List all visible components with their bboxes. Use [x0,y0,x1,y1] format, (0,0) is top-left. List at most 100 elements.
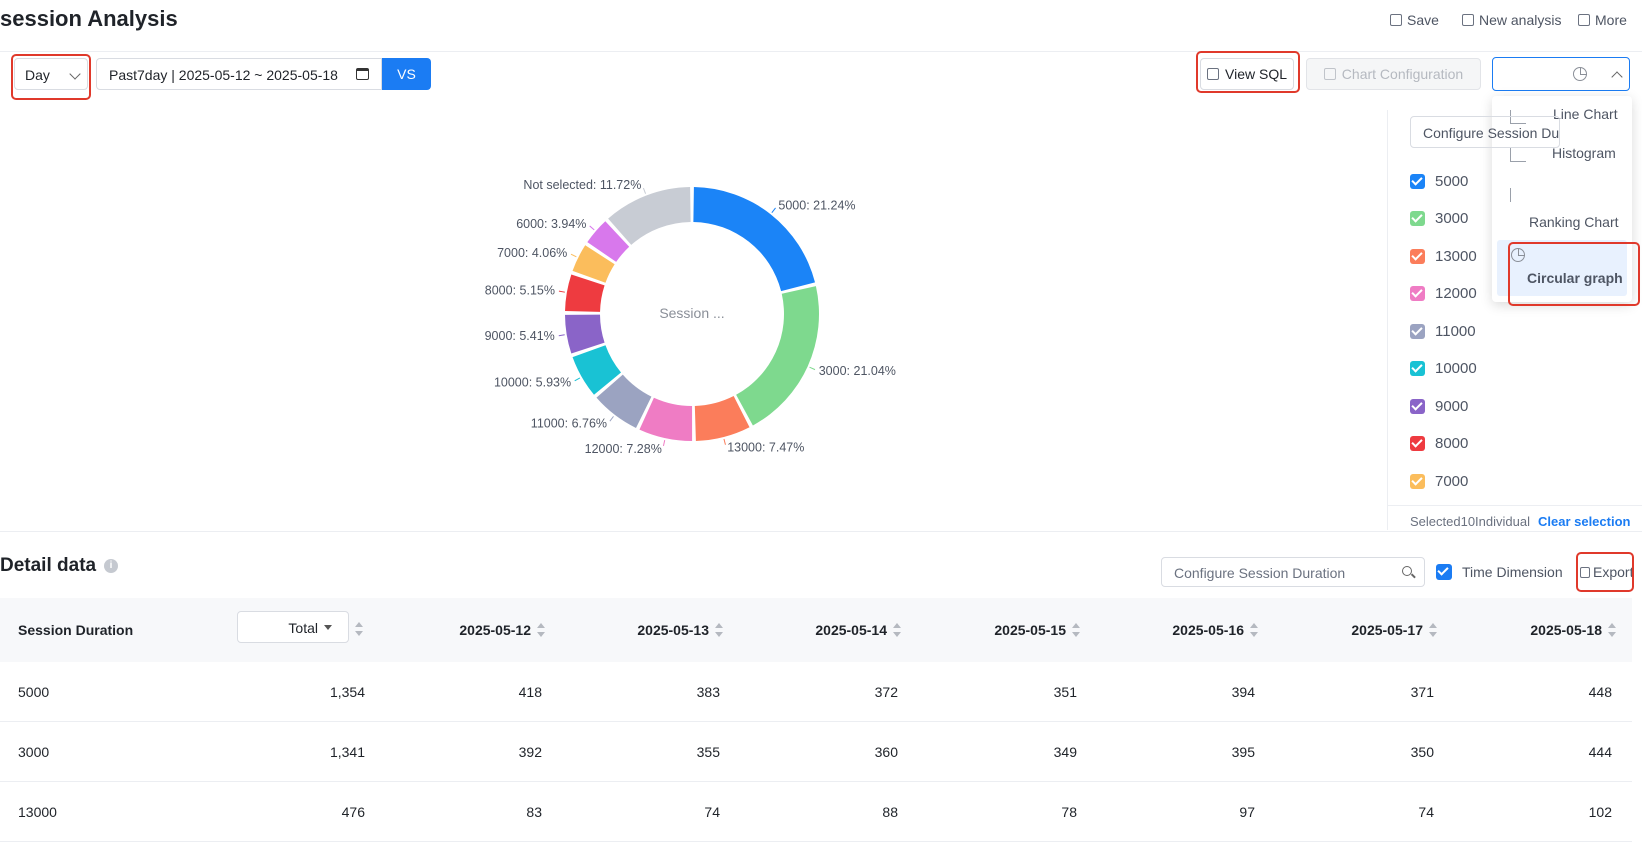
legend-item[interactable]: 13000 [1410,245,1477,267]
label-leader-line [723,438,726,445]
highlight-box [1576,552,1634,592]
chart-type-select[interactable] [1492,57,1630,91]
legend-item[interactable]: 5000 [1410,170,1468,192]
vs-button[interactable]: VS [382,58,431,90]
legend-item[interactable]: 10000 [1410,358,1477,380]
label-leader-line [609,416,614,422]
donut-slice-label: 11000: 6.76% [531,417,607,431]
checkbox-icon [1410,286,1425,301]
legend-item[interactable]: 7000 [1410,470,1468,492]
checkbox-icon [1410,211,1425,226]
legend-item[interactable]: 12000 [1410,283,1477,305]
sort-icon[interactable] [1250,623,1258,637]
legend-item-label: 9000 [1435,397,1469,415]
sort-icon[interactable] [715,623,723,637]
legend-item-label: 13000 [1435,247,1477,265]
chart-configuration-button[interactable]: Chart Configuration [1306,58,1481,90]
table-cell: 349 [1053,744,1077,760]
table-cell: 13000 [18,804,57,820]
clear-selection-link[interactable]: Clear selection [1538,514,1631,529]
col-date-label: 2025-05-12 [459,622,531,638]
new-analysis-icon [1462,14,1474,26]
table-cell: 102 [1588,804,1612,820]
donut-slice-label: 13000: 7.47% [727,441,804,455]
table-cell: 448 [1588,684,1612,700]
col-date[interactable]: 2025-05-16 [1143,622,1258,638]
table-cell: 355 [696,744,720,760]
checkbox-icon [1410,473,1425,489]
info-icon[interactable]: i [104,559,118,573]
sort-icon[interactable] [355,622,363,636]
sort-icon[interactable] [1072,623,1080,637]
more-button[interactable]: More [1578,12,1627,28]
legend-item-label: 12000 [1435,285,1477,302]
col-date[interactable]: 2025-05-13 [608,622,723,638]
legend-search-input[interactable]: Configure Session Duration [1410,116,1560,148]
legend-item-label: 11000 [1435,322,1476,340]
checkbox-icon [1410,361,1425,376]
label-leader-line [662,439,666,447]
col-date[interactable]: 2025-05-15 [965,622,1080,638]
donut-slice[interactable] [565,314,605,354]
donut-slice-label: 9000: 5.41% [485,329,555,343]
donut-slice[interactable] [608,187,691,245]
legend-panel: Configure Session Duration 5000 3000 13000… [1387,110,1642,530]
sort-icon[interactable] [1429,623,1437,637]
legend-item-label: 3000 [1435,210,1469,227]
table-row: 3000 1,341 392 355 360 349 395 350 444 [0,722,1632,782]
checkbox-icon [1410,398,1425,414]
label-leader-line [570,253,577,258]
table-cell: 74 [1418,804,1434,820]
time-dimension-checkbox[interactable]: Time Dimension [1436,564,1563,580]
checkbox-icon [1410,436,1425,451]
table-cell: 394 [1231,684,1255,700]
checkbox-icon [1410,173,1425,189]
col-date-label: 2025-05-16 [1172,622,1244,638]
table-cell: 392 [518,744,542,760]
checkbox-icon [1410,323,1425,339]
col-date-label: 2025-05-15 [994,622,1066,638]
new-analysis-button[interactable]: New analysis [1462,12,1561,28]
legend-item-label: 8000 [1435,435,1469,452]
table-header: Session Duration Total 2025-05-12 2025-05… [0,598,1632,662]
total-select[interactable]: Total [237,611,349,643]
label-leader-line [558,334,565,337]
table-cell: 360 [874,744,898,760]
table-cell: 1,354 [329,684,365,700]
table-cell: 372 [874,684,898,700]
search-icon [1402,566,1412,576]
col-date[interactable]: 2025-05-14 [786,622,901,638]
legend-item[interactable]: 11000 [1410,320,1476,342]
table-cell: 74 [704,804,720,820]
save-icon [1390,14,1402,26]
legend-item[interactable]: 8000 [1410,433,1468,455]
col-date-label: 2025-05-17 [1351,622,1423,638]
legend-item-label: 10000 [1435,360,1477,377]
donut-slice[interactable] [736,286,819,426]
sort-icon[interactable] [537,623,545,637]
table-cell: 97 [1239,804,1255,820]
sort-icon[interactable] [893,623,901,637]
col-date[interactable]: 2025-05-18 [1501,622,1616,638]
table-cell: 383 [696,684,720,700]
legend-item[interactable]: 9000 [1410,395,1468,417]
label-leader-line [642,187,647,194]
table-cell: 444 [1588,744,1612,760]
label-leader-line [589,225,595,231]
sort-icon[interactable] [1608,623,1616,637]
label-leader-line [809,366,816,371]
table-row: 13000 476 83 74 88 78 97 74 102 [0,782,1632,842]
table-cell: 3000 [18,744,50,760]
col-date-label: 2025-05-13 [637,622,709,638]
col-date[interactable]: 2025-05-17 [1322,622,1437,638]
col-date-label: 2025-05-14 [815,622,887,638]
legend-item[interactable]: 3000 [1410,208,1468,230]
col-date[interactable]: 2025-05-12 [430,622,545,638]
date-range-picker[interactable]: Past7day | 2025-05-12 ~ 2025-05-18 [96,58,382,90]
table-cell: 418 [518,684,542,700]
donut-slice-label: 10000: 5.93% [494,375,571,389]
chevron-up-icon [1611,71,1623,83]
donut-slice-label: 7000: 4.06% [497,246,567,260]
save-button[interactable]: Save [1390,12,1439,28]
detail-search-input[interactable]: Configure Session Duration [1161,557,1425,587]
